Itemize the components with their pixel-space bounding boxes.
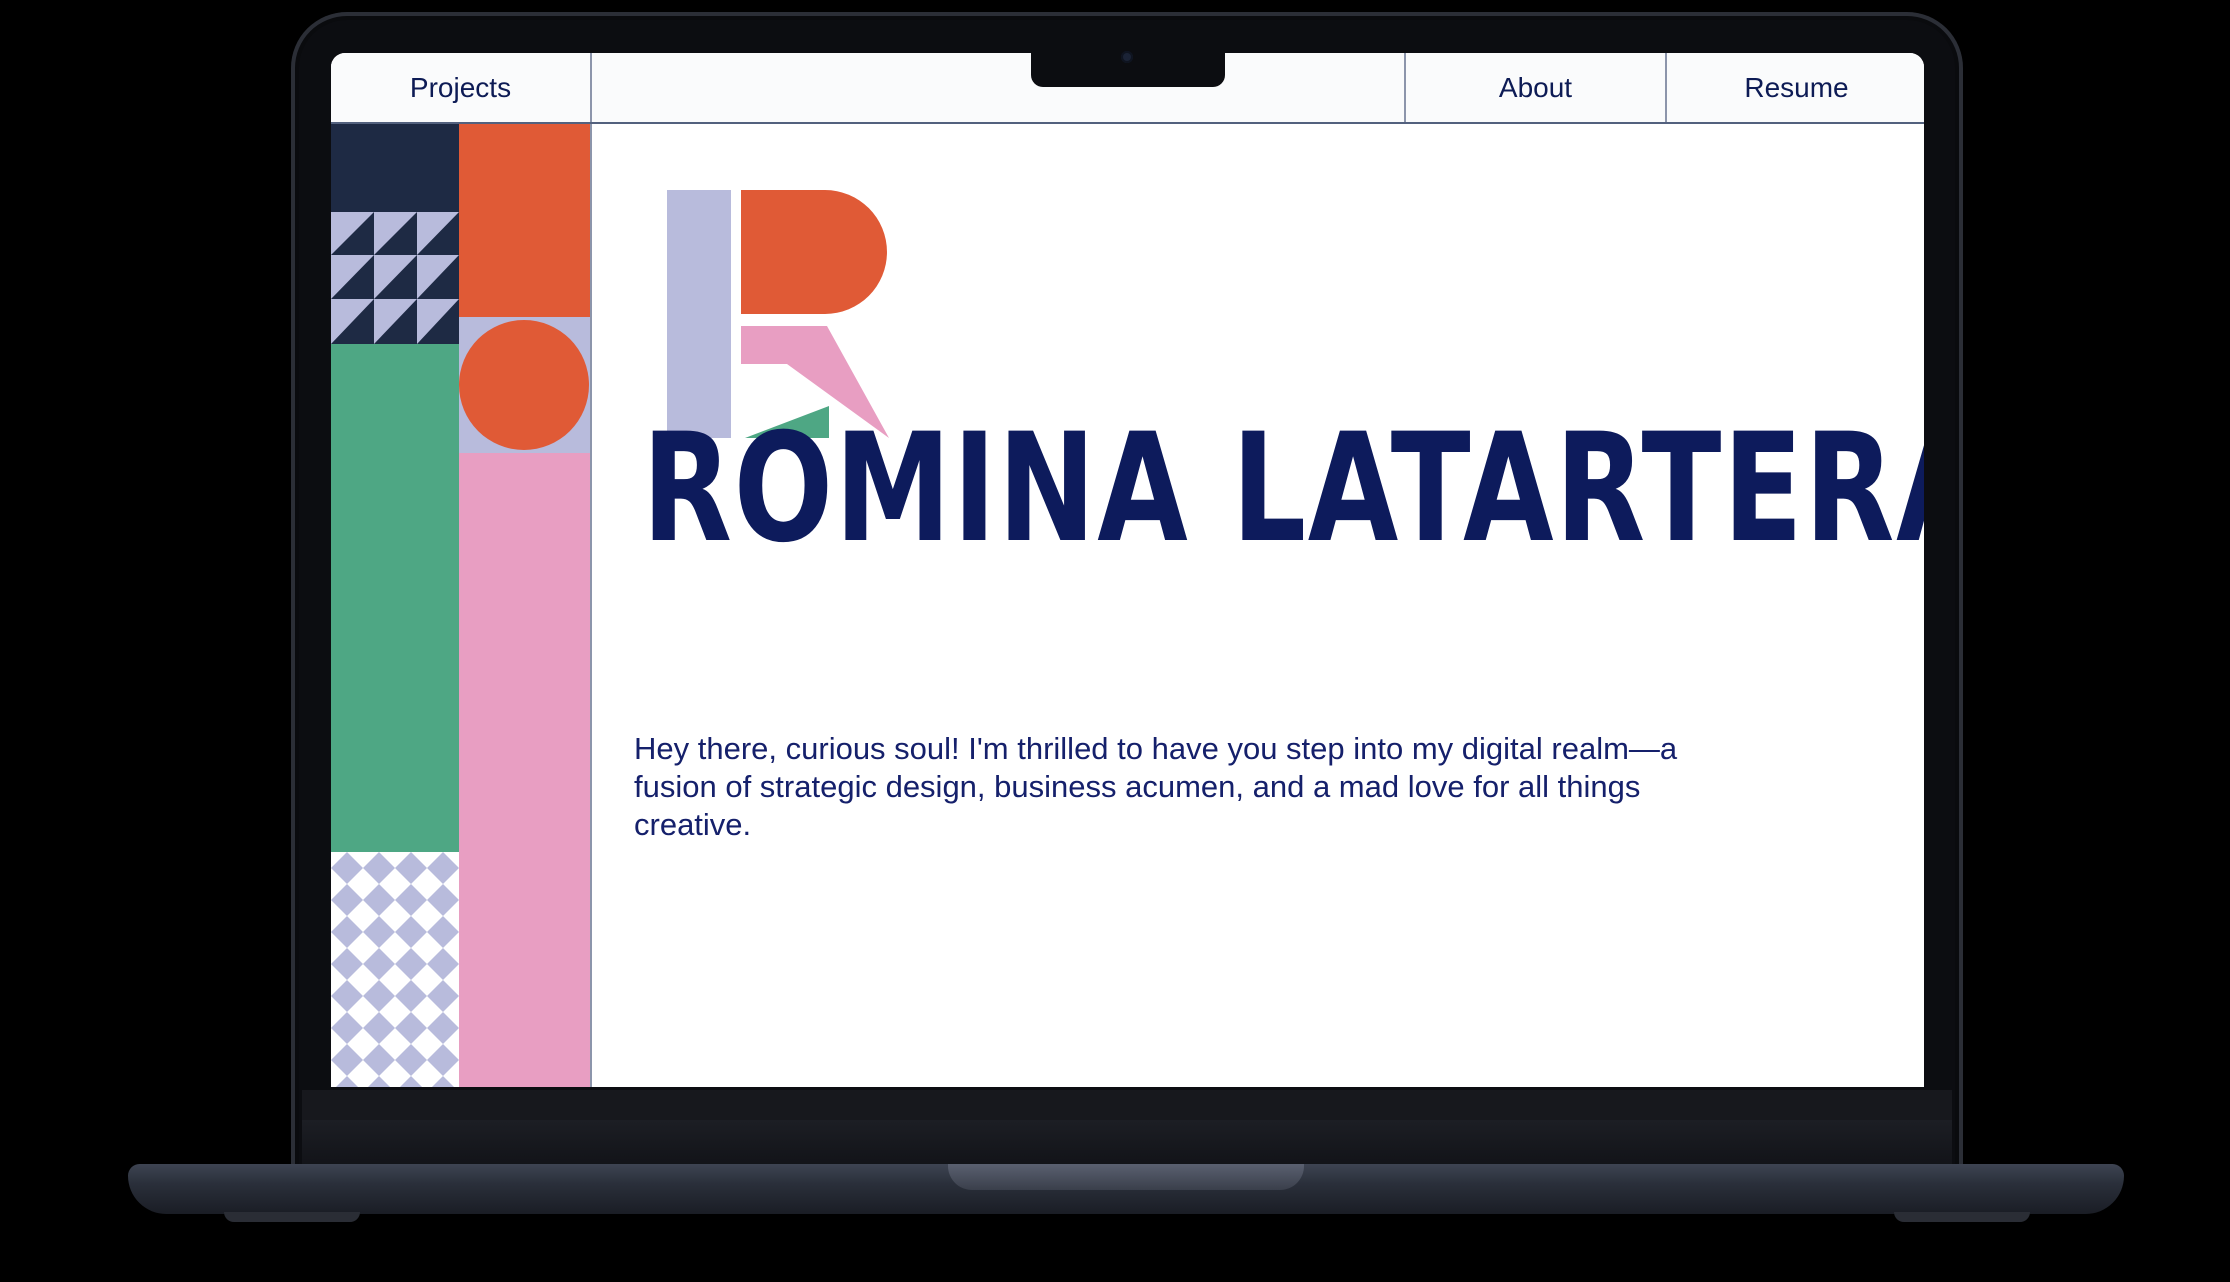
hero-section: ROMINA LATARTERA Hey there, curious soul… (592, 124, 1924, 1087)
geometric-pattern-panel (331, 124, 592, 1087)
intro-paragraph: Hey there, curious soul! I'm thrilled to… (634, 731, 1678, 842)
camera-icon (1121, 51, 1133, 63)
laptop-foot-left (224, 1212, 360, 1222)
laptop-foot-right (1894, 1212, 2030, 1222)
page-title: ROMINA LATARTERA (642, 402, 1924, 576)
laptop-chin (302, 1120, 1952, 1166)
nav-projects-link[interactable]: Projects (331, 53, 592, 122)
nav-resume-link[interactable]: Resume (1665, 53, 1924, 122)
nav-about-link[interactable]: About (1404, 53, 1665, 122)
geometric-pattern-art (331, 124, 590, 1087)
browser-screen: Projects About Resume ROMINA LATARTERA H… (331, 53, 1924, 1087)
laptop-hinge-notch (948, 1164, 1304, 1190)
